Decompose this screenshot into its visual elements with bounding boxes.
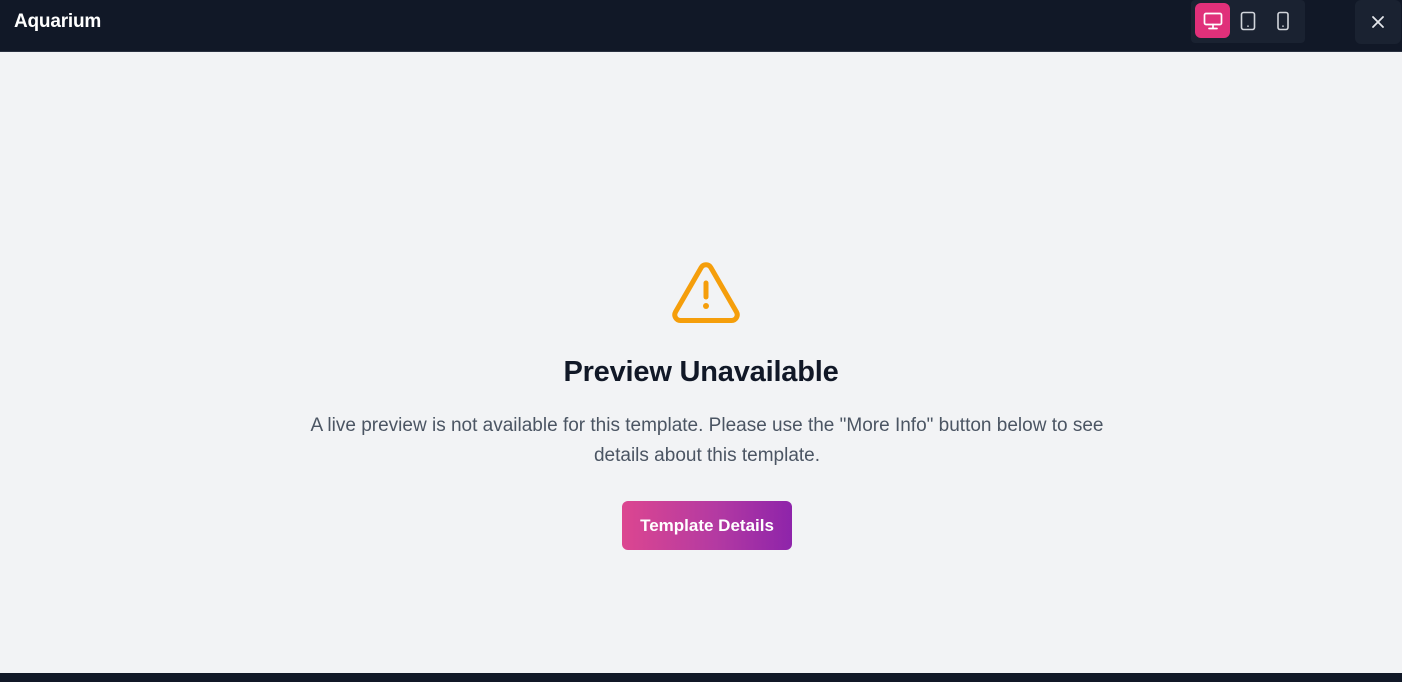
close-icon: [1372, 16, 1384, 28]
template-details-button[interactable]: Template Details: [622, 501, 792, 550]
desktop-icon: [1203, 12, 1222, 29]
preview-unavailable-message: A live preview is not available for this…: [281, 411, 1133, 471]
message-line-2: details about this template.: [593, 445, 821, 466]
mobile-icon: [1276, 11, 1289, 30]
preview-unavailable-heading: Preview Unavailable: [563, 356, 839, 388]
app-title: Aquarium: [14, 11, 102, 32]
close-button[interactable]: [1355, 0, 1401, 44]
warning-icon: [672, 262, 740, 323]
tablet-icon: [1240, 11, 1255, 30]
top-bar: Aquarium: [0, 0, 1402, 52]
tablet-view-button[interactable]: [1230, 3, 1265, 38]
device-toggle-group: [1191, 0, 1305, 43]
mobile-view-button[interactable]: [1265, 3, 1300, 38]
bottom-bar: [0, 673, 1402, 682]
message-line-1: A live preview is not available for this…: [310, 415, 1104, 436]
desktop-view-button[interactable]: [1195, 3, 1230, 38]
